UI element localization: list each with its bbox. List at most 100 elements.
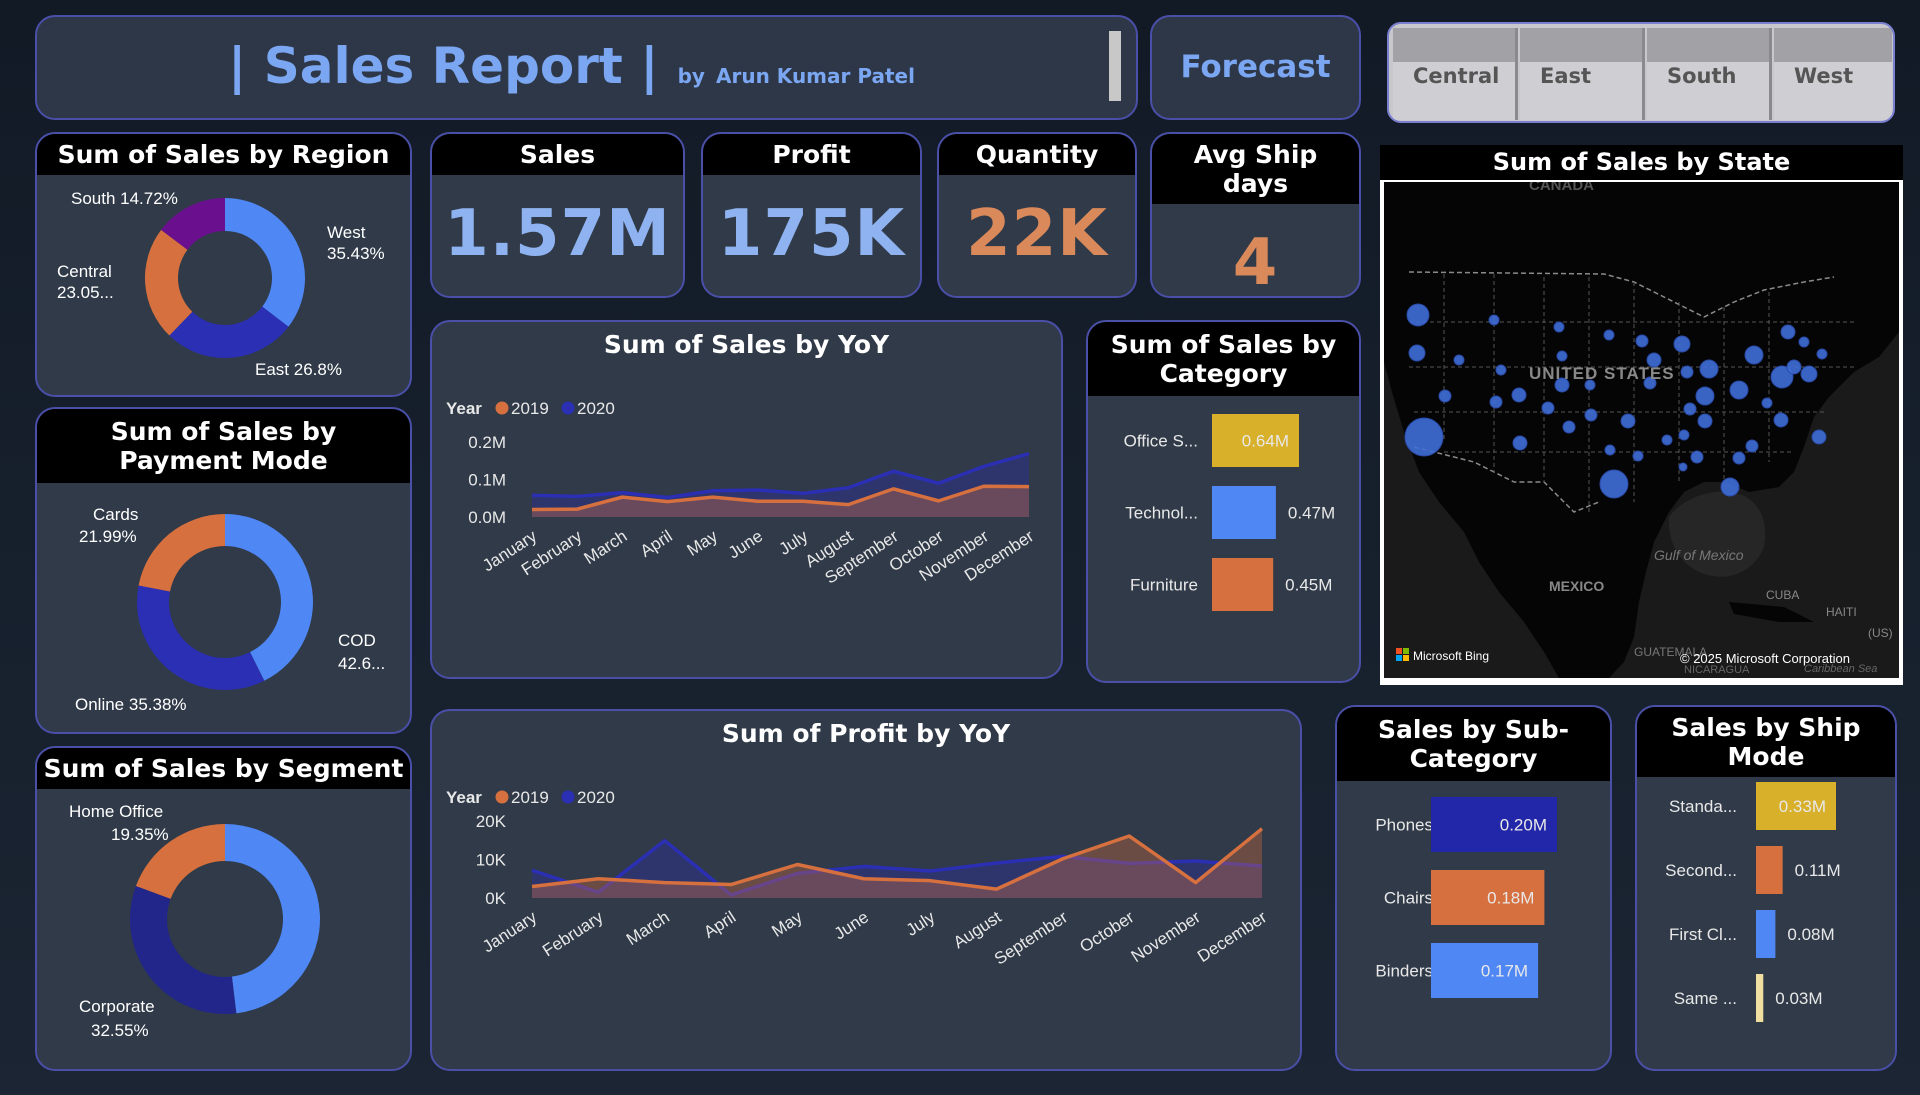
state-bubble[interactable]: [1438, 389, 1452, 403]
slice-west[interactable]: [225, 198, 305, 327]
label-cards-name: Cards: [93, 505, 138, 524]
label-central-name: Central: [57, 262, 112, 281]
map-label-us-short: (US): [1868, 626, 1893, 640]
state-bubble[interactable]: [1495, 364, 1507, 376]
state-bubble[interactable]: [1511, 387, 1527, 403]
state-bubble[interactable]: [1404, 417, 1444, 457]
state-bubble[interactable]: [1773, 412, 1789, 428]
state-bubble[interactable]: [1695, 386, 1715, 406]
state-bubble[interactable]: [1697, 413, 1713, 429]
bar-value-label: 0.08M: [1787, 925, 1834, 944]
slice-corporate[interactable]: [130, 885, 237, 1014]
subcategory-bar-chart: Phones 0.20M Chairs 0.18M Binders 0.17M: [1375, 797, 1557, 998]
state-bubble[interactable]: [1408, 344, 1426, 362]
slicer-south[interactable]: South: [1647, 28, 1772, 120]
label-corporate-name: Corporate: [79, 997, 155, 1016]
state-bubble[interactable]: [1489, 395, 1503, 409]
state-bubble[interactable]: [1635, 334, 1649, 348]
bar-value-label: 0.20M: [1500, 816, 1547, 835]
slicer-west[interactable]: West: [1774, 28, 1892, 120]
state-bubble[interactable]: [1800, 365, 1818, 383]
map-label-canada: CANADA: [1529, 182, 1594, 194]
label-cards-pct: 21.99%: [79, 527, 137, 546]
xtick-label: July: [903, 907, 939, 940]
state-bubble[interactable]: [1745, 439, 1759, 453]
payment-chart-title: Sum of Sales by Payment Mode: [37, 409, 410, 483]
state-bubble[interactable]: [1603, 329, 1615, 341]
map-label-mexico: MEXICO: [1549, 578, 1604, 594]
region-donut: South 14.72% West 35.43% Central 23.05..…: [57, 189, 385, 379]
xtick-label: November: [1128, 907, 1204, 966]
state-bubble[interactable]: [1680, 365, 1694, 379]
state-bubble[interactable]: [1798, 336, 1810, 348]
forecast-button[interactable]: Forecast: [1150, 15, 1361, 120]
map-attribution: Microsoft Bing: [1413, 649, 1489, 663]
bar[interactable]: [1756, 846, 1783, 894]
state-bubble[interactable]: [1599, 469, 1629, 499]
state-bubble[interactable]: [1541, 401, 1555, 415]
state-bubble[interactable]: [1556, 350, 1568, 362]
state-bubble[interactable]: [1553, 321, 1565, 333]
state-bubble[interactable]: [1780, 324, 1796, 340]
state-bubble[interactable]: [1683, 402, 1697, 416]
state-bubble[interactable]: [1673, 335, 1691, 353]
state-bubble[interactable]: [1678, 462, 1688, 472]
bar-category-label: Standa...: [1669, 797, 1737, 816]
bar[interactable]: [1756, 974, 1764, 1022]
bar-value-label: 0.33M: [1779, 797, 1826, 816]
slice-cod[interactable]: [225, 514, 314, 681]
state-bubble[interactable]: [1786, 359, 1802, 375]
header-banner: | Sales Report | by Arun Kumar Patel: [35, 15, 1138, 120]
state-bubble[interactable]: [1720, 477, 1740, 497]
sales-yoy-title: Sum of Sales by YoY: [603, 330, 890, 359]
category-bar-chart: Office S... 0.64M Technol... 0.47M Furniture…: [1124, 414, 1335, 611]
state-bubble[interactable]: [1512, 435, 1528, 451]
legend-label-2020: 2020: [577, 788, 615, 807]
state-bubble[interactable]: [1744, 345, 1764, 365]
state-bubble[interactable]: [1661, 434, 1673, 446]
slice-cards[interactable]: [138, 514, 225, 592]
xtick-label: May: [684, 526, 722, 560]
legend-label-2019: 2019: [511, 399, 549, 418]
state-bubble[interactable]: [1406, 303, 1430, 327]
state-bubble[interactable]: [1632, 450, 1644, 462]
state-bubble[interactable]: [1604, 444, 1616, 456]
state-bubble[interactable]: [1678, 429, 1690, 441]
bar[interactable]: [1756, 910, 1776, 958]
state-bubble[interactable]: [1732, 451, 1746, 465]
ytick-label: 0K: [485, 889, 506, 908]
kpi-shipdays-value: 4: [1232, 226, 1279, 298]
slice-online[interactable]: [137, 585, 265, 690]
state-bubble[interactable]: [1488, 314, 1500, 326]
state-bubble[interactable]: [1816, 348, 1828, 360]
header-scrollbar[interactable]: [1109, 31, 1121, 101]
bar[interactable]: [1212, 486, 1276, 539]
us-bubble-map[interactable]: CANADA UNITED STATES Gulf of Mexico MEXI…: [1384, 182, 1899, 678]
segment-chart-title: Sum of Sales by Segment: [37, 748, 410, 789]
ytick-label: 10K: [476, 851, 507, 870]
slicer-east[interactable]: East: [1520, 28, 1645, 120]
gulf-water: [1668, 491, 1766, 577]
legend-title: Year: [446, 399, 482, 418]
state-bubble[interactable]: [1811, 429, 1827, 445]
state-bubble[interactable]: [1620, 413, 1636, 429]
state-bubble[interactable]: [1761, 397, 1773, 409]
slicer-central[interactable]: Central: [1393, 28, 1518, 120]
state-bubble[interactable]: [1729, 380, 1749, 400]
category-chart-title: Sum of Sales by Category: [1088, 322, 1359, 396]
kpi-profit-value: 175K: [717, 197, 906, 271]
state-bubble[interactable]: [1584, 408, 1598, 422]
state-bubble[interactable]: [1562, 420, 1576, 434]
state-bubble[interactable]: [1699, 359, 1719, 379]
bar-value-label: 0.11M: [1795, 861, 1841, 880]
bar-category-label: Same ...: [1674, 989, 1737, 1008]
profit-yoy-chart: Year 2019 2020 0K 10K 20K JanuaryFebruary March…: [446, 788, 1270, 969]
state-bubble[interactable]: [1453, 354, 1465, 366]
map-label-haiti: HAITI: [1826, 605, 1857, 619]
slice-consumer[interactable]: [225, 824, 321, 1014]
state-bubble[interactable]: [1690, 450, 1704, 464]
ytick-label: 0.2M: [468, 433, 506, 452]
bar-category-label: Second...: [1665, 861, 1737, 880]
bar[interactable]: [1212, 558, 1274, 611]
xtick-label: May: [768, 907, 806, 941]
